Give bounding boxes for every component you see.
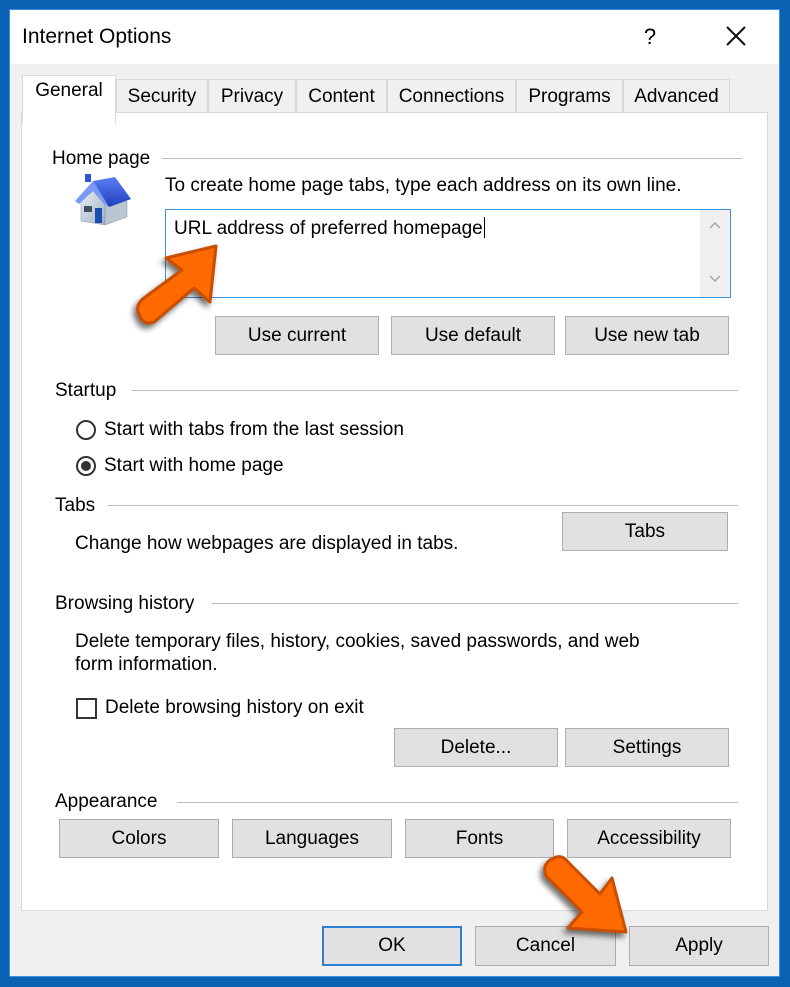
startup-last-session-radio[interactable] <box>76 420 96 440</box>
tab-programs[interactable]: Programs <box>516 79 623 112</box>
delete-on-exit-checkbox[interactable] <box>76 698 97 719</box>
fonts-button[interactable]: Fonts <box>405 819 554 858</box>
use-default-button[interactable]: Use default <box>391 316 555 355</box>
radio-selected-dot <box>81 461 91 471</box>
scroll-down-icon[interactable] <box>708 274 722 284</box>
tab-privacy[interactable]: Privacy <box>208 79 296 112</box>
startup-last-session-label[interactable]: Start with tabs from the last session <box>104 419 404 441</box>
delete-on-exit-label[interactable]: Delete browsing history on exit <box>105 697 364 719</box>
use-new-tab-button[interactable]: Use new tab <box>565 316 729 355</box>
help-button[interactable]: ? <box>638 22 662 52</box>
home-page-divider <box>162 158 742 159</box>
browsing-history-label: Browsing history <box>55 593 205 615</box>
internet-options-window: Internet Options ? General Security Priv… <box>9 9 780 977</box>
tabs-button[interactable]: Tabs <box>562 512 728 551</box>
house-icon <box>75 174 131 226</box>
startup-home-page-radio[interactable] <box>76 456 96 476</box>
browsing-history-description-line1: Delete temporary files, history, cookies… <box>75 631 640 652</box>
startup-label: Startup <box>55 380 127 402</box>
text-caret <box>483 217 485 238</box>
input-scrollbar[interactable] <box>700 210 730 297</box>
tab-general[interactable]: General <box>22 75 116 123</box>
tab-content[interactable]: Content <box>296 79 387 112</box>
general-tab-panel: Home page To create home page tabs, type… <box>21 112 768 911</box>
window-title: Internet Options <box>22 25 172 48</box>
browsing-history-divider <box>212 603 738 604</box>
ok-button[interactable]: OK <box>322 926 462 966</box>
tabs-description: Change how webpages are displayed in tab… <box>75 533 459 554</box>
appearance-divider <box>177 802 738 803</box>
title-bar: Internet Options ? <box>10 10 779 64</box>
tabs-section-label: Tabs <box>55 495 106 517</box>
close-button[interactable] <box>718 22 754 52</box>
use-current-button[interactable]: Use current <box>215 316 379 355</box>
homepage-url-input[interactable]: URL address of preferred homepage <box>165 209 731 298</box>
home-page-label: Home page <box>52 148 161 170</box>
startup-home-page-label[interactable]: Start with home page <box>104 455 284 477</box>
apply-button[interactable]: Apply <box>629 926 769 966</box>
homepage-url-value: URL address of preferred homepage <box>174 218 483 239</box>
languages-button[interactable]: Languages <box>232 819 392 858</box>
close-icon <box>726 26 746 46</box>
annotation-arrow-to-homepage-input <box>136 244 218 325</box>
tab-advanced[interactable]: Advanced <box>623 79 730 112</box>
delete-history-button[interactable]: Delete... <box>394 728 558 767</box>
history-settings-button[interactable]: Settings <box>565 728 729 767</box>
tab-connections[interactable]: Connections <box>387 79 516 112</box>
tabs-divider <box>108 505 738 506</box>
startup-divider <box>132 390 738 391</box>
scroll-up-icon[interactable] <box>708 220 722 230</box>
colors-button[interactable]: Colors <box>59 819 219 858</box>
browsing-history-description-line2: form information. <box>75 654 218 675</box>
home-page-instruction: To create home page tabs, type each addr… <box>165 175 682 196</box>
appearance-label: Appearance <box>55 791 168 813</box>
annotation-arrow-to-apply-button <box>543 855 628 934</box>
tab-security[interactable]: Security <box>116 79 208 112</box>
